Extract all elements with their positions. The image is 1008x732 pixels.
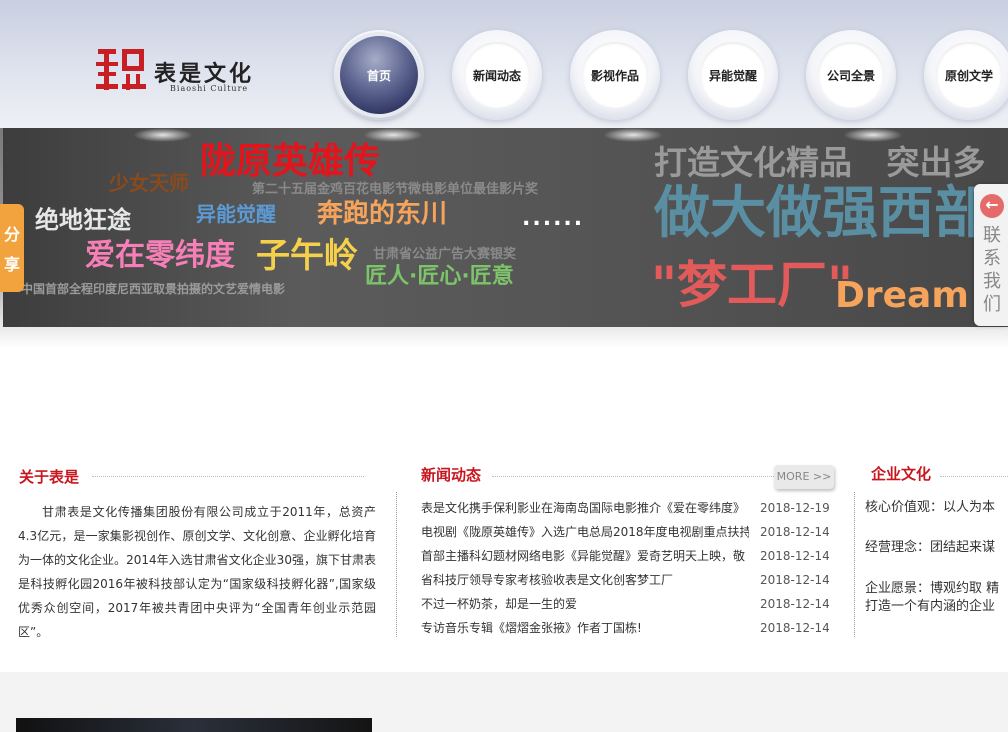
banner-slogan-3: "梦工厂" (651, 256, 854, 314)
nav-company[interactable]: 公司全景 (806, 30, 896, 120)
culture-vision: 企业愿景：博观约取 精 (865, 581, 1000, 596)
news-item-title[interactable]: 专访音乐专辑《熠熠金张掖》作者丁国栋! (421, 616, 749, 640)
banner-slogan-1: 打造文化精品 突出多 (654, 143, 986, 182)
banner-title-yineng: 异能觉醒 (196, 202, 276, 226)
contact-char: 系 (983, 248, 1001, 269)
about-text: 甘肃表是文化传播集团股份有限公司成立于2011年，总资产4.3亿元，是一家集影视… (18, 505, 376, 639)
nav-label: 原创文学 (944, 68, 993, 83)
news-item-date: 2018-12-14 (760, 525, 830, 539)
contact-char: 们 (983, 294, 1001, 315)
logo-text-en: Biaoshi Culture (170, 84, 249, 93)
culture-philosophy: 经营理念：团结起来谋 (865, 540, 996, 555)
news-item-date: 2018-12-14 (760, 597, 830, 611)
news-item-date: 2018-12-14 (760, 549, 830, 563)
nav-awakening[interactable]: 异能觉醒 (688, 30, 778, 120)
site-header: 表是文化 Biaoshi Culture 首页 新闻动态 影视作品 异能觉醒 公… (0, 0, 1008, 128)
banner-slogan-4: Dream (835, 275, 969, 316)
nav-label: 新闻动态 (472, 68, 521, 83)
nav-films[interactable]: 影视作品 (570, 30, 660, 120)
banner-dots: ...... (522, 206, 585, 231)
banner-title-juedi: 绝地狂途 (35, 206, 131, 234)
news-item-date: 2018-12-14 (760, 621, 830, 635)
banner-title-ziwu: 子午岭 (256, 236, 358, 276)
news-item-title[interactable]: 表是文化携手保利影业在海南岛国际电影推介《爱在零纬度》 (421, 496, 749, 520)
news-item[interactable]: 不过一杯奶茶，却是一生的爱 2018-12-14 (421, 592, 831, 616)
nav-home[interactable]: 首页 (334, 30, 424, 120)
video-thumbnail[interactable] (16, 718, 372, 732)
news-item-title[interactable]: 不过一杯奶茶，却是一生的爱 (421, 592, 749, 616)
arrow-left-icon: ← (980, 194, 1004, 218)
culture-title[interactable]: 企业文化 (871, 463, 931, 484)
news-item[interactable]: 省科技厅领导专家考核验收表是文化创客梦工厂 2018-12-14 (421, 568, 831, 592)
banner-title-benpao: 奔跑的东川 (317, 199, 448, 229)
site-logo[interactable]: 表是文化 Biaoshi Culture (96, 46, 266, 98)
about-divider (92, 476, 364, 477)
banner-award-2: 甘肃省公益广告大赛银奖 (373, 247, 517, 262)
nav-label: 公司全景 (826, 68, 875, 83)
about-title[interactable]: 关于表是 (19, 466, 79, 487)
share-tab[interactable]: 分 享 (0, 204, 24, 292)
nav-label: 影视作品 (590, 68, 639, 83)
culture-values: 核心价值观：以人为本 (865, 500, 996, 515)
nav-label: 首页 (366, 68, 391, 83)
news-title[interactable]: 新闻动态 (421, 464, 481, 485)
news-item-date: 2018-12-19 (760, 501, 830, 515)
hero-banner[interactable]: 陇原英雄传 少女天师 第二十五届金鸡百花电影节微电影单位最佳影片奖 绝地狂途 异… (3, 128, 1008, 327)
banner-title-longyuan: 陇原英雄传 (200, 141, 381, 182)
news-item[interactable]: 电视剧《陇原英雄传》入选广电总局2018年度电视剧重点扶持 2018-12-14 (421, 520, 831, 544)
news-item[interactable]: 专访音乐专辑《熠熠金张掖》作者丁国栋! 2018-12-14 (421, 616, 831, 640)
share-char: 享 (3, 255, 20, 274)
banner-slogan-2: 做大做强西部 (654, 181, 990, 246)
contact-us-tab[interactable]: ← 联 系 我 们 (974, 184, 1008, 326)
contact-char: 联 (983, 225, 1001, 246)
column-divider (854, 492, 855, 637)
banner-caption-yindu: 中国首部全程印度尼西亚取景拍摄的文艺爱情电影 (21, 282, 286, 296)
news-item-title[interactable]: 省科技厅领导专家考核验收表是文化创客梦工厂 (421, 568, 749, 592)
logo-seal-icon (96, 49, 146, 90)
news-item-title[interactable]: 电视剧《陇原英雄传》入选广电总局2018年度电视剧重点扶持 (421, 520, 749, 544)
banner-title-jiangren: 匠人·匠心·匠意 (365, 264, 514, 289)
news-divider (492, 476, 774, 477)
news-item[interactable]: 表是文化携手保利影业在海南岛国际电影推介《爱在零纬度》 2018-12-19 (421, 496, 831, 520)
share-char: 分 (3, 225, 20, 244)
banner-award-1: 第二十五届金鸡百花电影节微电影单位最佳影片奖 (252, 182, 539, 197)
banner-title-shaonv: 少女天师 (109, 171, 189, 195)
news-item[interactable]: 首部主播科幻题材网络电影《异能觉醒》爱奇艺明天上映，敬 2018-12-14 (421, 544, 831, 568)
news-item-date: 2018-12-14 (760, 573, 830, 587)
nav-literature[interactable]: 原创文学 (924, 30, 1008, 120)
culture-divider (940, 476, 1008, 477)
news-more-button[interactable]: MORE >> (774, 465, 834, 489)
column-divider (396, 492, 397, 637)
banner-spotlight (843, 128, 903, 142)
culture-vision-cont: 打造一个有内涵的企业 (865, 599, 996, 614)
news-item-title[interactable]: 首部主播科幻题材网络电影《异能觉醒》爱奇艺明天上映，敬 (421, 544, 749, 568)
banner-spotlight (133, 128, 193, 142)
banner-title-aizai: 爱在零纬度 (85, 238, 235, 273)
nav-news[interactable]: 新闻动态 (452, 30, 542, 120)
contact-char: 我 (983, 271, 1001, 292)
nav-label: 异能觉醒 (708, 68, 757, 83)
banner-spotlight (363, 128, 423, 142)
contact-us-label: 联 系 我 们 (983, 224, 1003, 316)
banner-spotlight (603, 128, 663, 142)
